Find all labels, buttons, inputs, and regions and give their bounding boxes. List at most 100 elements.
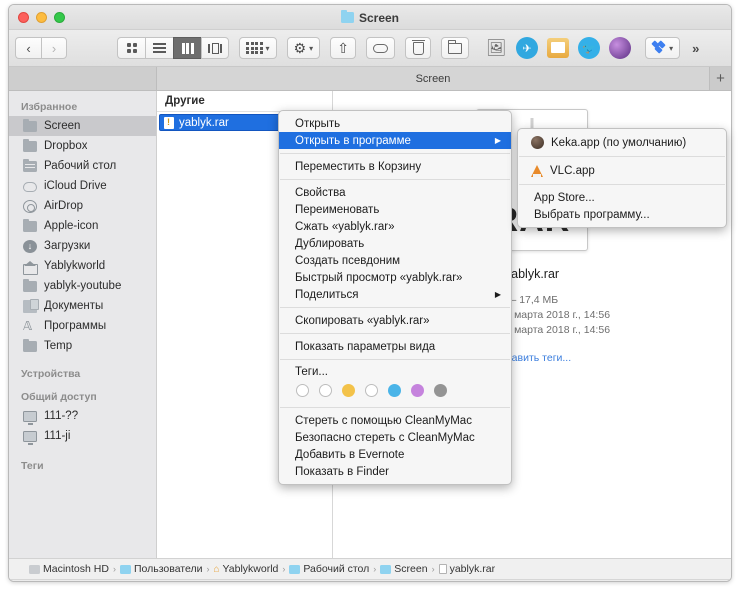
- submenu-item-vlc[interactable]: VLC.app: [518, 161, 726, 180]
- tag-swatch-purple[interactable]: [411, 384, 424, 397]
- arrange-button[interactable]: ▾: [239, 37, 277, 59]
- sidebar-item-screen[interactable]: Screen: [9, 116, 156, 136]
- sidebar-item-temp[interactable]: Temp: [9, 336, 156, 356]
- rar-file-icon: [164, 116, 174, 129]
- forward-button[interactable]: ›: [41, 37, 67, 59]
- breadcrumb-item-yablykworld[interactable]: ⌂ Yablykworld: [214, 563, 279, 575]
- menu-item-share[interactable]: Поделиться ▶: [279, 286, 511, 303]
- window-titlebar: Screen: [9, 5, 731, 30]
- submenu-item-keka[interactable]: Keka.app (по умолчанию): [518, 133, 726, 152]
- sidebar-item-applications[interactable]: 𝔸 Программы: [9, 316, 156, 336]
- tag-swatch-none-1[interactable]: [296, 384, 309, 397]
- breadcrumb-item-users[interactable]: Пользователи: [119, 563, 203, 575]
- menu-item-quick-look[interactable]: Быстрый просмотр «yablyk.rar»: [279, 269, 511, 286]
- arrange-control[interactable]: ▾: [239, 37, 277, 59]
- menu-separator: [519, 156, 725, 157]
- action-control[interactable]: ⚙ ▾: [286, 37, 321, 59]
- window-title: Screen: [9, 5, 731, 30]
- harddisk-icon: [29, 564, 40, 574]
- list-view-button[interactable]: [145, 37, 173, 59]
- tag-swatch-none-3[interactable]: [365, 384, 378, 397]
- submenu-arrow-icon: ▶: [494, 136, 501, 145]
- sidebar-item-111-qq[interactable]: 111-??: [9, 406, 156, 426]
- toolbar-overflow-button[interactable]: »: [692, 41, 699, 56]
- menu-item-label: Поделиться: [295, 288, 359, 301]
- scanner-icon[interactable]: 🖼: [485, 37, 507, 59]
- tag-swatch-none-2[interactable]: [319, 384, 332, 397]
- sidebar-item-label: 111-ji: [44, 430, 71, 442]
- menu-separator: [280, 359, 510, 360]
- breadcrumb-item-screen[interactable]: Screen: [380, 563, 428, 575]
- sidebar-item-label: Программы: [44, 320, 107, 332]
- purple-app-icon[interactable]: [609, 37, 632, 59]
- tags-button[interactable]: [366, 37, 396, 59]
- sidebar-item-documents[interactable]: Документы: [9, 296, 156, 316]
- menu-item-tags[interactable]: Теги...: [279, 364, 511, 382]
- breadcrumb-item-file[interactable]: yablyk.rar: [438, 563, 495, 575]
- menu-item-label: Стереть с помощью CleanMyMac: [295, 414, 472, 427]
- tag-swatch-yellow[interactable]: [342, 384, 355, 397]
- new-folder-button[interactable]: [441, 37, 470, 59]
- toolbar-app-shortcuts: 🖼 ✈ 🐦: [485, 37, 632, 59]
- sidebar-item-dropbox[interactable]: Dropbox: [9, 136, 156, 156]
- file-column-header: Другие: [157, 91, 332, 112]
- submenu-item-choose-app[interactable]: Выбрать программу...: [518, 206, 726, 223]
- tag-swatch-gray[interactable]: [434, 384, 447, 397]
- tab-screen[interactable]: Screen: [157, 67, 709, 90]
- dropbox-icon: [651, 40, 666, 54]
- sidebar-item-yablyk-youtube[interactable]: yablyk-youtube: [9, 276, 156, 296]
- vlc-app-icon: [531, 164, 543, 177]
- sidebar-item-yablykworld[interactable]: Yablykworld: [9, 256, 156, 276]
- menu-item-open[interactable]: Открыть: [279, 115, 511, 132]
- new-tab-button[interactable]: +: [709, 67, 731, 90]
- menu-item-copy[interactable]: Скопировать «yablyk.rar»: [279, 312, 511, 329]
- telegram-icon[interactable]: ✈: [516, 37, 539, 59]
- view-mode-buttons: [117, 37, 229, 59]
- breadcrumb-separator: ›: [206, 564, 210, 574]
- dropbox-button[interactable]: ▾: [645, 37, 681, 59]
- back-button[interactable]: ‹: [15, 37, 41, 59]
- action-menu[interactable]: ⚙ ▾: [286, 37, 321, 59]
- menu-item-make-alias[interactable]: Создать псевдоним: [279, 252, 511, 269]
- breadcrumb-item-macintosh-hd[interactable]: Macintosh HD: [29, 563, 109, 575]
- sidebar-item-111-ji[interactable]: 111-ji: [9, 426, 156, 446]
- menu-item-duplicate[interactable]: Дублировать: [279, 235, 511, 252]
- image-app-icon[interactable]: [547, 38, 570, 58]
- sidebar-item-icloud-drive[interactable]: iCloud Drive: [9, 176, 156, 196]
- delete-button[interactable]: [405, 37, 432, 59]
- status-bar: Выбрано 1 из 1; доступно 87,74 ГБ: [9, 579, 731, 581]
- downloads-icon: ↓: [23, 239, 37, 253]
- column-view-button[interactable]: [173, 37, 201, 59]
- menu-item-add-to-evernote[interactable]: Добавить в Evernote: [279, 446, 511, 463]
- menu-item-move-to-trash[interactable]: Переместить в Корзину: [279, 158, 511, 175]
- share-button[interactable]: ⇧: [330, 37, 357, 59]
- sidebar-item-downloads[interactable]: ↓ Загрузки: [9, 236, 156, 256]
- sidebar-item-desktop[interactable]: Рабочий стол: [9, 156, 156, 176]
- context-menu: Открыть Открыть в программе ▶ Переместит…: [278, 110, 512, 485]
- sidebar-item-airdrop[interactable]: AirDrop: [9, 196, 156, 216]
- icon-view-button[interactable]: [117, 37, 145, 59]
- folder-icon: [23, 278, 37, 292]
- menu-item-secure-erase-cleanmymac[interactable]: Безопасно стереть с CleanMyMac: [279, 429, 511, 446]
- sidebar-item-apple-icon[interactable]: Apple-icon: [9, 216, 156, 236]
- tag-swatch-blue[interactable]: [388, 384, 401, 397]
- breadcrumb-label: Screen: [394, 563, 428, 575]
- tag-color-swatches: [279, 382, 511, 403]
- menu-item-open-with[interactable]: Открыть в программе ▶: [279, 132, 511, 149]
- submenu-item-app-store[interactable]: App Store...: [518, 189, 726, 206]
- desktop-folder-icon: [23, 158, 37, 172]
- gallery-view-button[interactable]: [201, 37, 229, 59]
- menu-item-get-info[interactable]: Свойства: [279, 184, 511, 201]
- menu-item-erase-cleanmymac[interactable]: Стереть с помощью CleanMyMac: [279, 412, 511, 429]
- tab-bar: Screen +: [9, 67, 731, 91]
- menu-item-rename[interactable]: Переименовать: [279, 201, 511, 218]
- menu-item-show-in-finder[interactable]: Показать в Finder: [279, 463, 511, 480]
- sidebar-item-label: Yablykworld: [44, 260, 106, 272]
- sidebar-item-label: Screen: [44, 120, 81, 132]
- menu-item-show-view-options[interactable]: Показать параметры вида: [279, 338, 511, 355]
- menu-item-label: Показать в Finder: [295, 465, 389, 478]
- twitter-icon[interactable]: 🐦: [578, 37, 601, 59]
- menu-item-compress[interactable]: Сжать «yablyk.rar»: [279, 218, 511, 235]
- breadcrumb-item-desktop[interactable]: Рабочий стол: [289, 563, 369, 575]
- screenshot-root: Screen ‹ › ▾ ⚙ ▾ ⇧ 🖼 ✈ 🐦 ▾ » Screen + Из…: [0, 0, 740, 589]
